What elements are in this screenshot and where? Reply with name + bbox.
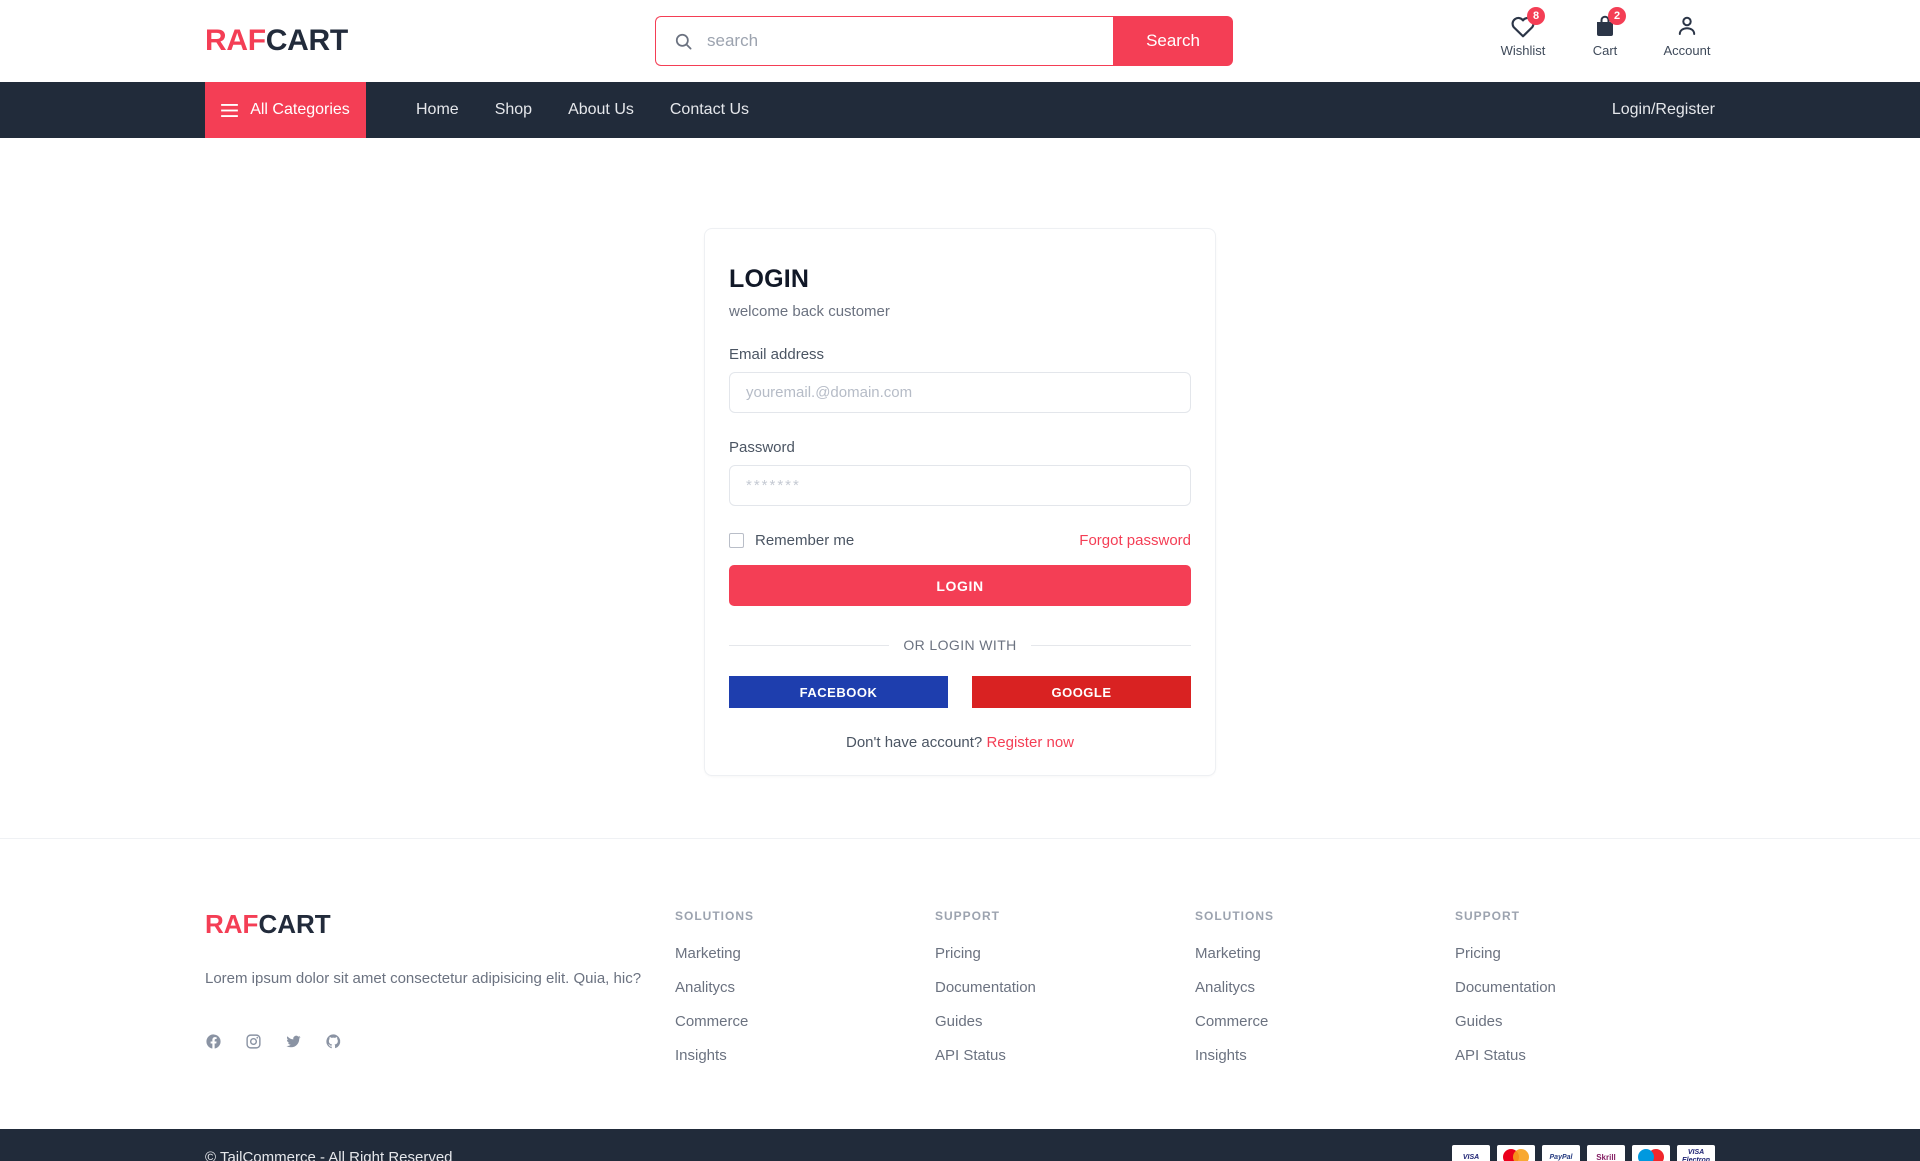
footer-link[interactable]: API Status — [1455, 1047, 1715, 1064]
footer-column-4-title: SUPPORT — [1455, 909, 1715, 923]
shopping-bag-icon: 2 — [1593, 12, 1617, 40]
copyright-text: © TailCommerce - All Right Reserved — [205, 1149, 453, 1161]
footer-link[interactable]: Pricing — [1455, 945, 1715, 962]
account-label: Account — [1664, 43, 1711, 58]
footer-link[interactable]: Pricing — [935, 945, 1195, 962]
visa-electron-icon: VISAElectron — [1677, 1145, 1715, 1161]
footer-logo-part-1: RAF — [205, 909, 258, 939]
logo-part-2: CART — [266, 24, 348, 57]
footer-link[interactable]: Analitycs — [675, 979, 935, 996]
nav-auth: Login/Register — [1612, 82, 1715, 138]
all-categories-label: All Categories — [250, 101, 350, 119]
instagram-icon[interactable] — [245, 1033, 262, 1050]
hamburger-icon — [221, 104, 238, 117]
password-label: Password — [729, 439, 1191, 456]
skrill-icon: Skrill — [1587, 1145, 1625, 1161]
top-header: RAFCART Search 8 Wishlist — [0, 0, 1920, 82]
remember-me-label: Remember me — [755, 532, 854, 549]
all-categories-button[interactable]: All Categories — [205, 82, 366, 138]
footer-link[interactable]: API Status — [935, 1047, 1195, 1064]
footer-link[interactable]: Guides — [935, 1013, 1195, 1030]
wishlist-badge: 8 — [1527, 7, 1545, 25]
forgot-password-link[interactable]: Forgot password — [1079, 532, 1191, 549]
facebook-login-button[interactable]: FACEBOOK — [729, 676, 948, 708]
site-logo[interactable]: RAFCART — [205, 24, 348, 58]
remember-me-option[interactable]: Remember me — [729, 532, 854, 549]
user-icon — [1675, 12, 1699, 40]
social-login-buttons: FACEBOOK GOOGLE — [729, 676, 1191, 708]
login-subtitle: welcome back customer — [729, 303, 1191, 320]
nav-item-about-us[interactable]: About Us — [568, 101, 634, 119]
search-input[interactable] — [707, 31, 1113, 51]
google-login-button[interactable]: GOOGLE — [972, 676, 1191, 708]
footer-brand-column: RAFCART Lorem ipsum dolor sit amet conse… — [205, 909, 675, 1129]
footer-link[interactable]: Guides — [1455, 1013, 1715, 1030]
main-content: LOGIN welcome back customer Email addres… — [0, 138, 1920, 838]
nav-item-home[interactable]: Home — [416, 101, 459, 119]
register-prompt: Don't have account? Register now — [729, 734, 1191, 751]
main-navbar: All Categories Home Shop About Us Contac… — [0, 82, 1920, 138]
password-field[interactable] — [729, 465, 1191, 506]
cart-label: Cart — [1593, 43, 1618, 58]
footer-link[interactable]: Marketing — [675, 945, 935, 962]
payment-methods: VISA PayPal Skrill VISAElectron — [1452, 1145, 1715, 1161]
nav-links: Home Shop About Us Contact Us — [416, 82, 749, 138]
footer-link[interactable]: Analitycs — [1195, 979, 1455, 996]
footer-link[interactable]: Documentation — [935, 979, 1195, 996]
or-divider-label: OR LOGIN WITH — [903, 637, 1016, 653]
header-actions: 8 Wishlist 2 Cart Account — [1495, 12, 1715, 58]
footer-link[interactable]: Commerce — [1195, 1013, 1455, 1030]
maestro-icon — [1632, 1145, 1670, 1161]
login-card: LOGIN welcome back customer Email addres… — [704, 228, 1216, 776]
heart-icon: 8 — [1510, 12, 1536, 40]
register-now-link[interactable]: Register now — [986, 734, 1074, 751]
footer-column-2: SUPPORT Pricing Documentation Guides API… — [935, 909, 1195, 1129]
footer-column-3-title: SOLUTIONS — [1195, 909, 1455, 923]
footer-column-3: SOLUTIONS Marketing Analitycs Commerce I… — [1195, 909, 1455, 1129]
login-register-link[interactable]: Login/Register — [1612, 101, 1715, 119]
search-box[interactable] — [655, 16, 1113, 66]
footer-social-links — [205, 1033, 675, 1050]
or-divider: OR LOGIN WITH — [729, 637, 1191, 653]
footer-logo[interactable]: RAFCART — [205, 909, 675, 940]
login-submit-button[interactable]: LOGIN — [729, 565, 1191, 606]
wishlist-label: Wishlist — [1501, 43, 1546, 58]
footer-link-columns: SOLUTIONS Marketing Analitycs Commerce I… — [675, 909, 1715, 1129]
cart-badge: 2 — [1608, 7, 1626, 25]
footer-column-2-title: SUPPORT — [935, 909, 1195, 923]
facebook-icon[interactable] — [205, 1033, 222, 1050]
footer-link[interactable]: Documentation — [1455, 979, 1715, 996]
logo-part-1: RAF — [205, 24, 266, 57]
wishlist-button[interactable]: 8 Wishlist — [1495, 12, 1551, 58]
cart-button[interactable]: 2 Cart — [1577, 12, 1633, 58]
mastercard-icon — [1497, 1145, 1535, 1161]
footer-link[interactable]: Commerce — [675, 1013, 935, 1030]
search-button[interactable]: Search — [1113, 16, 1233, 66]
options-row: Remember me Forgot password — [729, 532, 1191, 549]
github-icon[interactable] — [325, 1033, 342, 1050]
footer-column-1-title: SOLUTIONS — [675, 909, 935, 923]
login-title: LOGIN — [729, 265, 1191, 294]
search-bar: Search — [655, 16, 1233, 66]
nav-item-contact-us[interactable]: Contact Us — [670, 101, 749, 119]
remember-me-checkbox[interactable] — [729, 533, 744, 548]
search-icon — [674, 32, 693, 51]
email-label: Email address — [729, 346, 1191, 363]
twitter-icon[interactable] — [285, 1033, 302, 1050]
footer-link[interactable]: Insights — [675, 1047, 935, 1064]
account-button[interactable]: Account — [1659, 12, 1715, 58]
footer-tagline: Lorem ipsum dolor sit amet consectetur a… — [205, 968, 645, 991]
footer-column-1: SOLUTIONS Marketing Analitycs Commerce I… — [675, 909, 935, 1129]
register-prompt-text: Don't have account? — [846, 734, 982, 751]
paypal-icon: PayPal — [1542, 1145, 1580, 1161]
footer-bottom-bar: © TailCommerce - All Right Reserved VISA… — [0, 1129, 1920, 1161]
email-field[interactable] — [729, 372, 1191, 413]
footer-column-4: SUPPORT Pricing Documentation Guides API… — [1455, 909, 1715, 1129]
footer: RAFCART Lorem ipsum dolor sit amet conse… — [0, 839, 1920, 1129]
visa-icon: VISA — [1452, 1145, 1490, 1161]
nav-item-shop[interactable]: Shop — [495, 101, 532, 119]
footer-logo-part-2: CART — [258, 909, 330, 939]
footer-link[interactable]: Marketing — [1195, 945, 1455, 962]
footer-link[interactable]: Insights — [1195, 1047, 1455, 1064]
